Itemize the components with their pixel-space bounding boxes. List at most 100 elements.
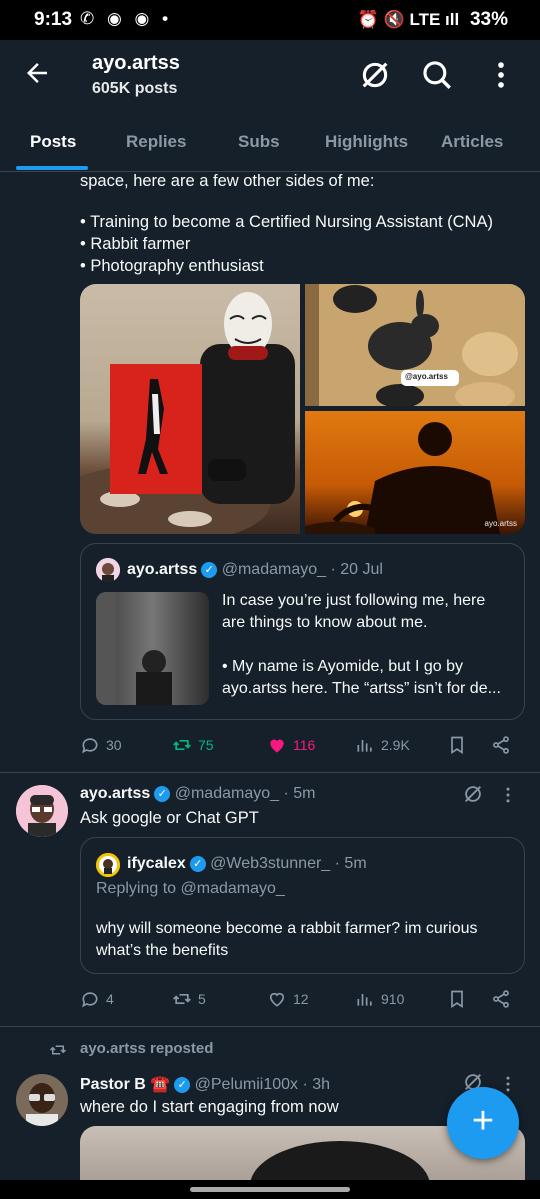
view-count: 2.9K [381,737,410,753]
verified-badge-icon: ✓ [154,786,171,802]
notification-icons: ✆ ◉ ◉ • [80,9,173,28]
share-button[interactable] [491,735,511,755]
views-button[interactable]: 2.9K [355,735,410,755]
replying-to: Replying to @madamayo_ [96,880,285,897]
post-actions: 30 75 116 2.9K [80,735,520,761]
divider [0,1026,540,1027]
reply-button[interactable]: 30 [80,735,122,755]
share-icon [493,990,509,1008]
reply-count: 4 [106,991,114,1007]
tab-highlights[interactable]: Highlights [325,132,408,152]
post-text-line: • Training to become a Certified Nursing… [80,213,493,231]
repost-button[interactable]: 5 [172,989,206,1009]
views-button[interactable]: 910 [355,989,404,1009]
repost-indicator-icon [48,1041,68,1059]
reply-count: 30 [106,737,122,753]
post-media-grid[interactable]: @ayo.artss ayo.artss [80,284,525,534]
reply-button[interactable]: 4 [80,989,114,1009]
share-button[interactable] [491,989,511,1009]
quoted-text-line: • My name is Ayomide, but I go by [222,658,463,675]
reply-icon [82,738,98,754]
battery-percent: 33% [469,9,508,30]
avatar[interactable] [16,1074,68,1126]
profile-tabs: Posts Replies Subs Highlights Articles [0,110,540,172]
quoted-text-line: what’s the benefits [96,942,229,959]
bookmark-button[interactable] [447,989,467,1009]
post-actions: 4 5 12 910 [80,989,520,1015]
repost-icon [173,740,191,750]
quoted-post[interactable]: ifycalex ✓ @Web3stunner_ · 5m Replying to… [80,837,525,974]
quoted-text-line: ayo.artss here. The “artss” isn’t for de… [222,680,501,697]
more-vertical-icon[interactable] [498,784,518,812]
divider [0,772,540,773]
views-icon [357,740,372,752]
post-text: Ask google or Chat GPT [80,809,259,827]
media-photo-rabbits[interactable]: @ayo.artss [305,284,525,410]
like-button[interactable]: 116 [267,735,315,755]
status-bar: 9:13 ✆ ◉ ◉ • ⏰ 🔇 LTE ıll 33% [0,0,540,40]
active-tab-indicator [16,166,88,170]
post-text-line: • Photography enthusiast [80,257,264,275]
profile-header: ayo.artss 605K posts [0,40,540,110]
author-handle: @Pelumii100x [194,1076,299,1093]
verified-badge-icon: ✓ [189,856,206,872]
quoted-text-line: why will someone become a rabbit farmer?… [96,920,478,937]
bookmark-icon [451,736,463,755]
repost-count: 75 [198,737,214,753]
quoted-author: ifycalex ✓ @Web3stunner_ · 5m [127,855,367,873]
post-author[interactable]: Pastor B ☎️ ✓ @Pelumii100x · 3h [80,1074,330,1094]
quoted-text: In case you’re just following me, here a… [222,590,517,700]
back-arrow-icon[interactable] [22,58,52,88]
media-watermark: ayo.artss [484,519,517,528]
repost-label[interactable]: ayo.artss reposted [80,1040,213,1057]
status-time: 9:13 [34,9,73,30]
quoted-author-name: ayo.artss [127,561,198,578]
post-text-line: • Rabbit farmer [80,235,191,253]
post-author[interactable]: ayo.artss ✓ @madamayo_ · 5m [80,785,315,803]
quoted-post[interactable]: ayo.artss ✓ @madamayo_ · 20 Jul In case y… [80,543,525,720]
compose-plus-icon[interactable]: + [447,1087,519,1159]
quoted-avatar [96,853,120,877]
search-icon[interactable] [420,58,454,92]
grok-icon[interactable] [462,783,484,805]
tab-replies[interactable]: Replies [126,132,186,152]
author-name[interactable]: ayo.artss [80,785,150,802]
post-time: · 3h [302,1076,331,1093]
reply-icon [82,992,98,1008]
post-time: · 5m [283,785,316,802]
verified-badge-icon: ✓ [201,562,218,578]
author-handle: @madamayo_ [174,785,280,802]
author-emoji: ☎️ [150,1076,171,1093]
post-text-line: space, here are a few other sides of me: [80,172,375,190]
quoted-thumbnail[interactable] [96,592,209,705]
like-button[interactable]: 12 [267,989,309,1009]
tab-posts[interactable]: Posts [30,132,76,152]
bookmark-button[interactable] [447,735,467,755]
author-name[interactable]: Pastor B [80,1076,146,1093]
status-icons: ⏰ 🔇 LTE ıll [357,10,460,29]
avatar[interactable] [16,785,68,837]
like-count: 12 [293,991,309,1007]
tab-subs[interactable]: Subs [238,132,280,152]
verified-badge-icon: ✓ [174,1077,191,1093]
quoted-date: · 20 Jul [330,561,383,578]
tab-articles[interactable]: Articles [441,132,503,152]
grok-icon[interactable] [358,58,392,92]
media-photo-sunset[interactable]: ayo.artss [305,411,525,534]
status-right: ⏰ 🔇 LTE ıll 33% [358,9,508,31]
views-icon [357,994,372,1006]
post-text: where do I start engaging from now [80,1098,339,1116]
system-nav-bar [0,1180,540,1199]
repost-icon [173,994,191,1004]
home-gesture-pill[interactable] [190,1187,350,1192]
media-watermark: @ayo.artss [405,372,448,381]
header-post-count: 605K posts [92,80,178,97]
bookmark-icon [451,990,463,1009]
media-photo-mask-painting[interactable] [80,284,300,534]
repost-button[interactable]: 75 [172,735,214,755]
quoted-text-line: In case you’re just following me, here [222,592,486,609]
header-title: ayo.artss [92,52,180,74]
quoted-handle: @madamayo_ [221,561,327,578]
quoted-author-name: ifycalex [127,855,186,872]
more-vertical-icon[interactable] [484,58,518,92]
